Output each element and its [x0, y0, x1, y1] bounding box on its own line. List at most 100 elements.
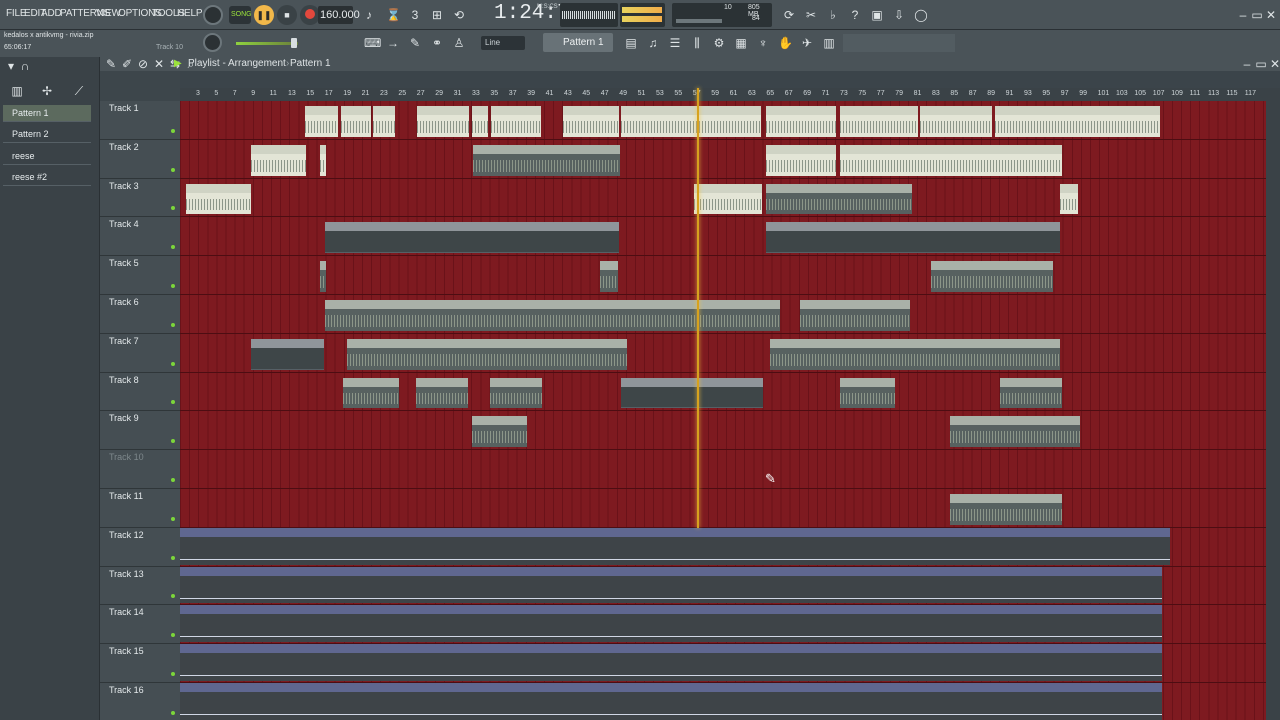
pencil-icon[interactable]: ✎ [104, 57, 118, 71]
curve-icon[interactable]: ⟋ [72, 84, 86, 98]
piano-icon[interactable]: ▥ [10, 84, 24, 98]
track-header[interactable]: Track 9 [100, 411, 180, 451]
audio-clip[interactable] [490, 377, 542, 409]
pattern-item[interactable]: reese #2 [3, 169, 91, 186]
track-header[interactable]: Track 15 [100, 644, 180, 683]
automation-clip[interactable]: Slot 8 - Mix level [180, 644, 1162, 681]
loop-record-icon[interactable]: ⟲ [452, 8, 466, 22]
audio-clip[interactable]: crowd fx [694, 183, 762, 215]
record-icon[interactable] [300, 5, 320, 25]
track-header[interactable]: Track 1 [100, 101, 180, 140]
track-active-indicator[interactable] [171, 477, 175, 482]
audio-clip[interactable]: Geralt Of...itcher OST #2 [840, 144, 1062, 176]
step-edit-icon[interactable]: ⊞ [430, 8, 444, 22]
time-display[interactable]: 1:24:71 M:S:CS [476, 2, 582, 28]
playhead[interactable] [697, 88, 699, 528]
track-lane[interactable] [180, 450, 1266, 489]
audio-clip[interactable]: Geralt...her OST [563, 106, 619, 137]
audio-clip[interactable]: Geralt Of...itcher OST [621, 106, 761, 137]
audio-clip[interactable]: Geralt Of...er OST #2 [766, 144, 836, 176]
plugin-picker-icon[interactable]: ♆ [756, 36, 770, 50]
audio-clip[interactable]: KSH..160 KS..60 [950, 416, 1080, 448]
snap-select[interactable]: Line [481, 36, 525, 50]
mixer-icon[interactable]: ⫼ [690, 36, 704, 50]
track-header[interactable]: Track 14 [100, 605, 180, 645]
export-icon[interactable]: ⇩ [892, 8, 906, 22]
audio-clip[interactable]: Geralt...her OST [251, 144, 306, 176]
arrow-down-icon[interactable]: ▾ [4, 59, 18, 73]
track-active-indicator[interactable] [171, 400, 175, 405]
stop-icon[interactable]: ■ [277, 5, 297, 25]
tools-icon[interactable]: ✈ [800, 36, 814, 50]
audio-clip[interactable]: Geralt Of...itcher OST [995, 106, 1160, 137]
track-header[interactable]: Track 2 [100, 139, 180, 179]
track-active-indicator[interactable] [171, 128, 175, 133]
menu-add[interactable]: ADD [41, 8, 62, 19]
audio-clip[interactable] [473, 144, 620, 176]
automation-clip[interactable]: Param. EQ 2 - Mix level [180, 527, 1170, 565]
track-header[interactable]: Track 8 [100, 372, 180, 412]
audio-clip[interactable]: Geralt O...cher OST [186, 183, 251, 215]
maximize-icon[interactable]: ▭ [1254, 57, 1268, 71]
pattern-item[interactable]: Pattern 1 [3, 105, 91, 122]
track-active-indicator[interactable] [171, 245, 175, 250]
automation-clip[interactable]: Kickstart - Mix level [180, 566, 1162, 604]
arrangement-grid[interactable]: Gr...OST G...ST Geral...her OST Geral...er … [180, 101, 1266, 720]
track-header[interactable]: Track 13 [100, 566, 180, 606]
track-header[interactable]: Track 4 [100, 217, 180, 257]
menu-help[interactable]: HELP [177, 8, 203, 19]
brush-icon[interactable]: ✎ [408, 36, 422, 50]
track-header[interactable]: Track 16 [100, 683, 180, 720]
audio-clip[interactable]: Geralt Of...itcher OST [840, 106, 918, 137]
play-icon[interactable]: ▶ [174, 58, 182, 69]
track-lane[interactable] [180, 334, 1266, 373]
track-active-indicator[interactable] [171, 322, 175, 327]
audio-clip[interactable]: ha.. [343, 377, 399, 409]
track-active-indicator[interactable] [171, 167, 175, 172]
pattern-clip[interactable]: Pattern 1 [325, 222, 619, 254]
slider-handle[interactable] [291, 38, 297, 48]
minimize-icon[interactable]: – [1236, 8, 1250, 22]
audio-clip[interactable]: hat..8 [416, 377, 468, 409]
audio-clip[interactable] [472, 106, 488, 137]
audio-clip[interactable]: Geralt Of...itcher OST [766, 106, 836, 137]
playlist-icon[interactable]: ▤ [624, 36, 638, 50]
timeline-ruler[interactable]: 3 5 7 9 11 13 15 17 19 21 23 25 27 29 31 33 35 37 39 41 43 45… [180, 88, 1266, 101]
audio-clip[interactable]: DJ Khaled ft. Drake - G...Only) July 17,… [766, 183, 912, 215]
pattern-clip[interactable]: reese #2 [693, 377, 763, 409]
arrow-right-icon[interactable]: → [386, 36, 400, 50]
pattern-item[interactable]: Pattern 2 [3, 126, 91, 143]
help-icon[interactable]: ? [848, 8, 862, 22]
track-active-indicator[interactable] [171, 516, 175, 521]
audio-clip[interactable] [1060, 183, 1078, 215]
track-header[interactable]: Track 7 [100, 333, 180, 373]
microphone-icon[interactable]: ♭ [826, 8, 840, 22]
channel-rack-icon[interactable]: ☰ [668, 36, 682, 50]
track-active-indicator[interactable] [171, 555, 175, 560]
vertical-scrollbar[interactable] [1266, 88, 1280, 720]
touch-icon[interactable]: ✋ [778, 36, 793, 50]
countdown-icon[interactable]: 3 [408, 8, 422, 22]
automation-clip[interactable]: Ohmicide - Mix level [180, 605, 1162, 643]
track-lane[interactable] [180, 140, 1266, 179]
track-lane[interactable] [180, 256, 1266, 295]
track-active-indicator[interactable] [171, 439, 175, 444]
pattern-item[interactable]: reese [3, 148, 91, 165]
master-volume-slider[interactable] [236, 38, 298, 48]
track-header[interactable]: Track 10 [100, 450, 180, 489]
magnet-icon[interactable]: ∩ [18, 59, 32, 73]
song-mode-toggle[interactable]: SONG [229, 6, 252, 24]
link-icon[interactable]: ⚭ [430, 36, 444, 50]
close-icon[interactable]: ✕ [1264, 8, 1278, 22]
save-icon[interactable]: ▣ [870, 8, 884, 22]
track-lane[interactable] [180, 411, 1266, 451]
close-icon[interactable]: ✕ [1268, 57, 1280, 71]
wait-input-icon[interactable]: ⌛ [386, 8, 401, 22]
typing-keyboard-icon[interactable]: ⌨ [364, 36, 381, 50]
audio-clip[interactable]: Gr...OST [305, 106, 338, 137]
piano-roll-icon[interactable]: ♫ [646, 36, 660, 50]
audio-clip[interactable] [931, 261, 1053, 292]
audio-clip[interactable]: loo..dk] loo..dk] [950, 494, 1062, 525]
audio-clip[interactable]: KSHMR_Lazer [840, 377, 895, 409]
track-active-indicator[interactable] [171, 206, 175, 211]
